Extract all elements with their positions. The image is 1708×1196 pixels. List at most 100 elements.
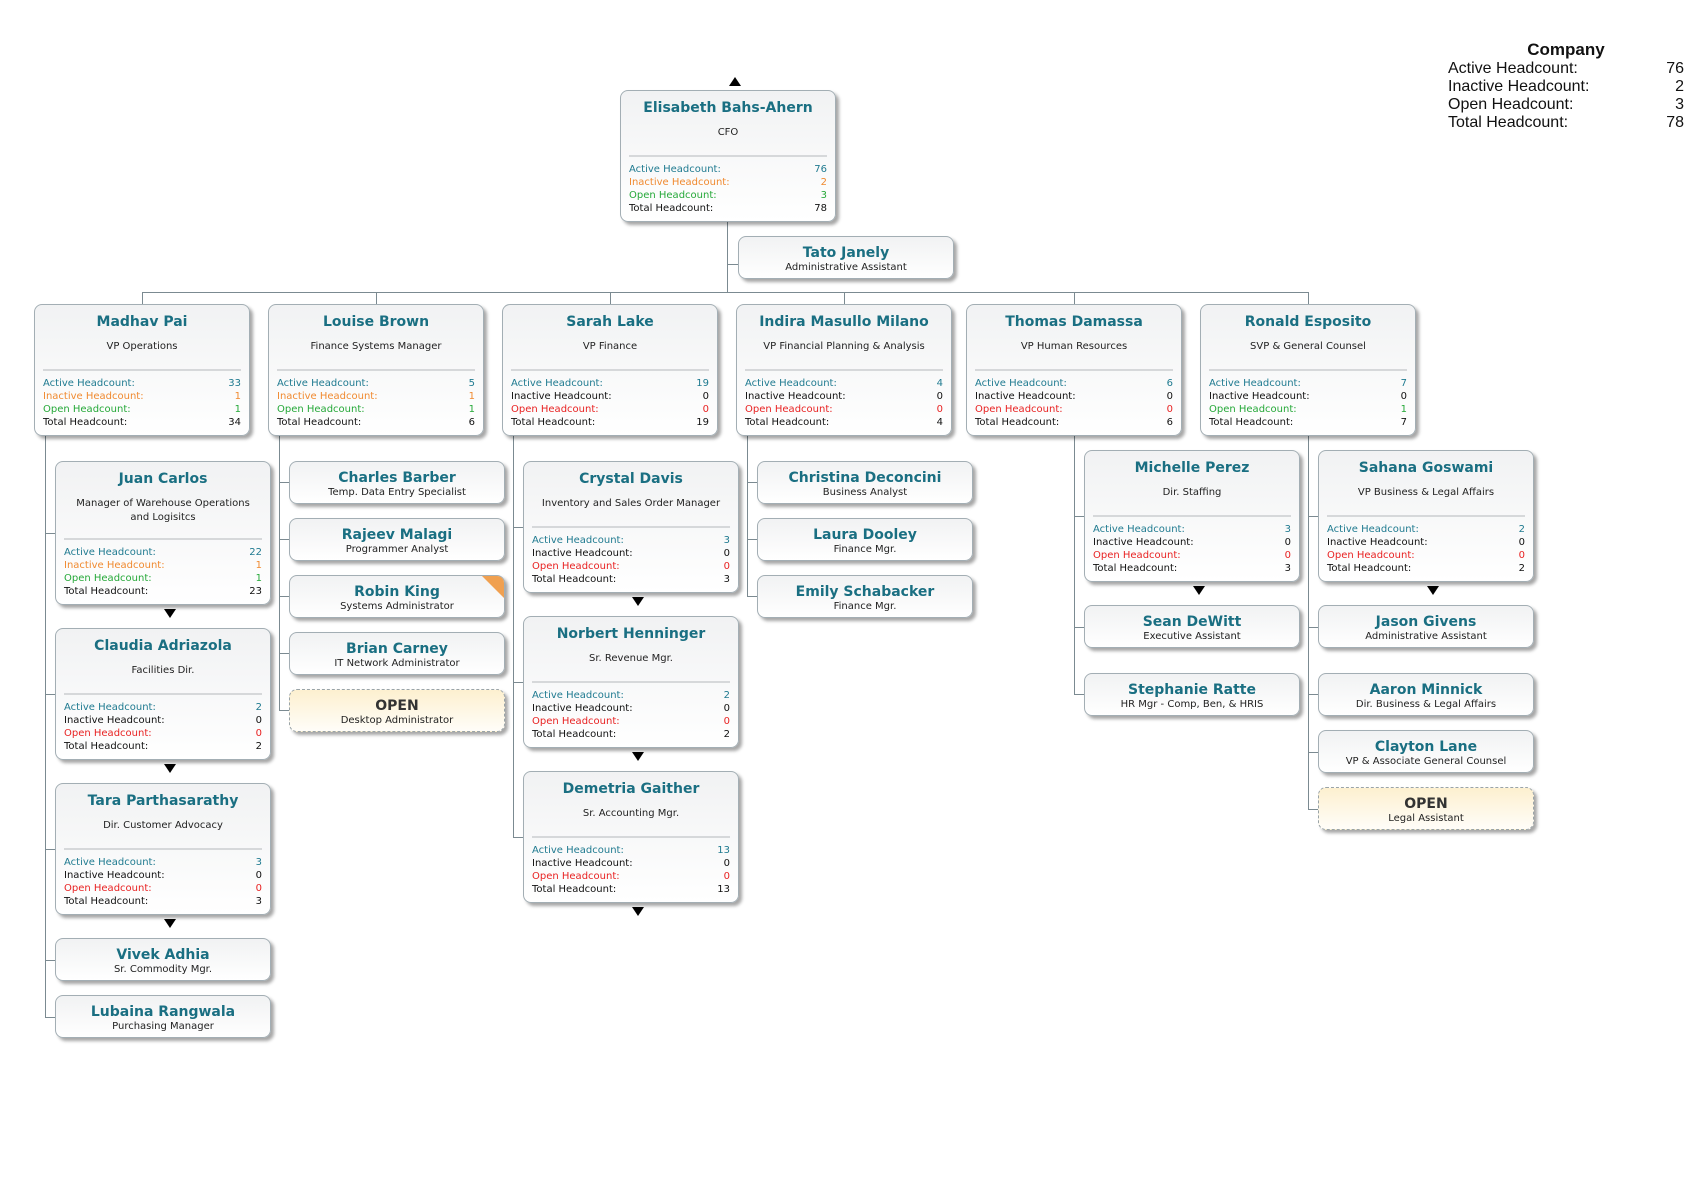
employee-card-brian[interactable]: Brian Carney IT Network Administrator [289, 632, 505, 675]
employee-card-clayton[interactable]: Clayton Lane VP & Associate General Couns… [1318, 730, 1534, 773]
employee-card-claudia[interactable]: Claudia Adriazola Facilities Dir. Active H… [55, 628, 271, 760]
stat-open: Open Headcount: 0 [1093, 549, 1291, 562]
employee-card-crystal[interactable]: Crystal Davis Inventory and Sales Order M… [523, 461, 739, 593]
employee-card-robin[interactable]: Robin King Systems Administrator [289, 575, 505, 618]
employee-name: Christina Deconcini [788, 470, 942, 486]
divider [1209, 369, 1407, 371]
stat-label: Active Headcount: [975, 378, 1067, 389]
stat-inactive: Inactive Headcount: 0 [1327, 536, 1525, 549]
employee-title: HR Mgr - Comp, Ben, & HRIS [1120, 699, 1264, 710]
employee-card-laura[interactable]: Laura Dooley Finance Mgr. [757, 518, 973, 561]
stat-value: 0 [1400, 391, 1407, 402]
expand-down-icon[interactable] [164, 764, 176, 773]
employee-card-aaron[interactable]: Aaron Minnick Dir. Business & Legal Affai… [1318, 673, 1534, 716]
expand-down-icon[interactable] [1427, 586, 1439, 595]
employee-card-emily[interactable]: Emily Schabacker Finance Mgr. [757, 575, 973, 618]
stat-label: Active Headcount: [1209, 378, 1301, 389]
divider [532, 836, 730, 838]
expand-down-icon[interactable] [632, 907, 644, 916]
summary-title: Company [1527, 40, 1605, 59]
stat-label: Inactive Headcount: [64, 870, 165, 881]
employee-card-charles[interactable]: Charles Barber Temp. Data Entry Specialis… [289, 461, 505, 504]
employee-card-tara[interactable]: Tara Parthasarathy Dir. Customer Advocacy… [55, 783, 271, 915]
expand-down-icon[interactable] [632, 597, 644, 606]
stat-label: Active Headcount: [64, 702, 156, 713]
employee-card-open1[interactable]: OPEN Desktop Administrator [289, 689, 505, 732]
stat-value: 13 [717, 845, 730, 856]
stat-value: 2 [255, 741, 262, 752]
employee-card-sahana[interactable]: Sahana Goswami VP Business & Legal Affair… [1318, 450, 1534, 582]
stat-label: Active Headcount: [629, 164, 721, 175]
employee-card-thomas[interactable]: Thomas Damassa VP Human Resources Active H… [966, 304, 1182, 436]
employee-title: Administrative Assistant [785, 262, 907, 273]
connector-line [513, 837, 523, 838]
employee-name: Tato Janely [802, 245, 890, 261]
connector-line [1074, 694, 1084, 695]
stat-value: 0 [723, 716, 730, 727]
employee-card-demetria[interactable]: Demetria Gaither Sr. Accounting Mgr. Activ… [523, 771, 739, 903]
expand-down-icon[interactable] [632, 752, 644, 761]
employee-card-ronald[interactable]: Ronald Esposito SVP & General Counsel Acti… [1200, 304, 1416, 436]
employee-card-sarah[interactable]: Sarah Lake VP Finance Active Headcount: 19 I… [502, 304, 718, 436]
connector-line [279, 436, 280, 711]
employee-title: Temp. Data Entry Specialist [328, 487, 466, 498]
stat-inactive: Inactive Headcount: 0 [532, 702, 730, 715]
stat-value: 6 [1166, 417, 1173, 428]
connector-line [513, 436, 514, 837]
employee-card-open2[interactable]: OPEN Legal Assistant [1318, 787, 1534, 830]
expand-down-icon[interactable] [1193, 586, 1205, 595]
employee-card-stephanie[interactable]: Stephanie Ratte HR Mgr - Comp, Ben, & HRI… [1084, 673, 1300, 716]
stat-label: Total Headcount: [1209, 417, 1294, 428]
employee-name: Brian Carney [346, 641, 448, 657]
employee-title: Inventory and Sales Order Manager [541, 498, 721, 509]
stat-label: Inactive Headcount: [1093, 537, 1194, 548]
employee-card-vivek[interactable]: Vivek Adhia Sr. Commodity Mgr. [55, 938, 271, 981]
employee-card-sean[interactable]: Sean DeWitt Executive Assistant [1084, 605, 1300, 648]
stat-label: Total Headcount: [975, 417, 1060, 428]
connector-line [142, 292, 1308, 293]
stat-value: 5 [468, 378, 475, 389]
employee-card-madhav[interactable]: Madhav Pai VP Operations Active Headcount:… [34, 304, 250, 436]
employee-title: VP Human Resources [1020, 341, 1128, 352]
divider [64, 538, 262, 540]
employee-card-louise[interactable]: Louise Brown Finance Systems Manager Activ… [268, 304, 484, 436]
stat-label: Total Headcount: [511, 417, 596, 428]
employee-card-lubaina[interactable]: Lubaina Rangwala Purchasing Manager [55, 995, 271, 1038]
headcount-stats: Active Headcount: 76 Inactive Headcount: 2 O… [629, 163, 827, 215]
stat-value: 0 [255, 883, 262, 894]
employee-card-ceo[interactable]: Elisabeth Bahs-Ahern CFO Active Headcount:… [620, 90, 836, 222]
connector-line [279, 710, 289, 711]
expand-down-icon[interactable] [164, 609, 176, 618]
headcount-stats: Active Headcount: 2 Inactive Headcount: 0 Op… [532, 689, 730, 741]
employee-title: Sr. Revenue Mgr. [589, 653, 673, 664]
connector-line [747, 436, 748, 596]
employee-card-indira[interactable]: Indira Masullo Milano VP Financial Planni… [736, 304, 952, 436]
connector-line [1308, 809, 1318, 810]
employee-card-tato[interactable]: Tato Janely Administrative Assistant [738, 236, 954, 279]
stat-label: Inactive Headcount: [532, 703, 633, 714]
stat-open: Open Headcount: 1 [1209, 403, 1407, 416]
employee-card-jason[interactable]: Jason Givens Administrative Assistant [1318, 605, 1534, 648]
employee-title: Systems Administrator [340, 601, 454, 612]
employee-name: Laura Dooley [813, 527, 917, 543]
stat-value: 0 [1518, 537, 1525, 548]
stat-label: Inactive Headcount: [43, 391, 144, 402]
employee-name: Indira Masullo Milano [759, 314, 929, 330]
employee-card-michelle[interactable]: Michelle Perez Dir. Staffing Active Headco… [1084, 450, 1300, 582]
connector-line [727, 264, 738, 265]
employee-card-norbert[interactable]: Norbert Henninger Sr. Revenue Mgr. Active … [523, 616, 739, 748]
employee-card-rajeev[interactable]: Rajeev Malagi Programmer Analyst [289, 518, 505, 561]
divider [629, 155, 827, 157]
stat-value: 1 [1400, 404, 1407, 415]
stat-total: Total Headcount: 78 [629, 202, 827, 215]
stat-label: Open Headcount: [277, 404, 365, 415]
employee-card-juan[interactable]: Juan Carlos Manager of Warehouse Operatio… [55, 461, 271, 605]
expand-down-icon[interactable] [164, 919, 176, 928]
stat-label: Open Headcount: [64, 728, 152, 739]
expand-up-icon[interactable] [729, 77, 741, 86]
connector-line [279, 482, 289, 483]
divider [975, 369, 1173, 371]
employee-name: Rajeev Malagi [341, 527, 453, 543]
stat-value: 4 [936, 378, 943, 389]
employee-card-christina[interactable]: Christina Deconcini Business Analyst [757, 461, 973, 504]
